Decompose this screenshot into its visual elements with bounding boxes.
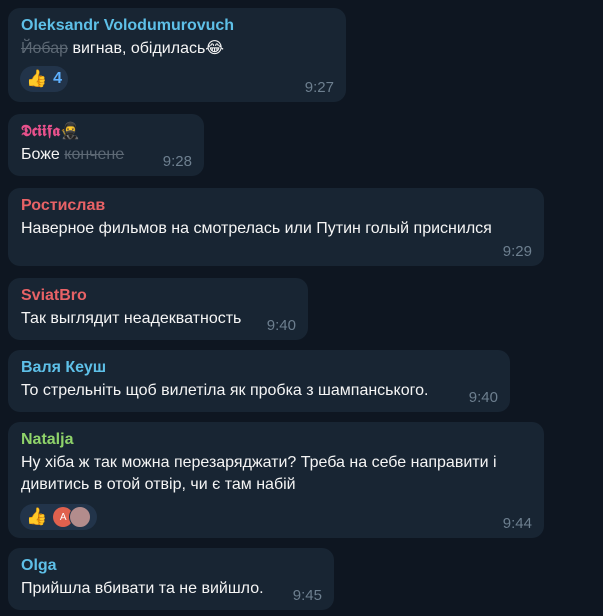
message-bubble[interactable]: Olga Прийшла вбивати та не вийшло. 9:45 [8, 548, 334, 610]
message-text-body: Боже [21, 146, 65, 163]
reaction-badge[interactable]: 👍 A [20, 504, 98, 530]
message-time: 9:40 [266, 317, 296, 334]
sender-name[interactable]: Olga [21, 556, 321, 576]
message-text: Ну хіба ж так можна перезаряджати? Треба… [21, 454, 497, 493]
reaction-badge[interactable]: 👍 4 [20, 66, 69, 92]
reactor-avatar [69, 506, 92, 528]
message-bubble[interactable]: Natalja Ну хіба ж так можна перезаряджат… [8, 422, 544, 538]
reaction-count: 4 [53, 70, 63, 87]
thumbs-up-icon: 👍 [26, 507, 48, 526]
message-text: То стрельніть щоб вилетіла як пробка з ш… [21, 382, 429, 399]
message-time: 9:45 [292, 587, 322, 604]
message-bubble[interactable]: Ростислав Наверное фильмов на смотрелась… [8, 188, 544, 266]
thumbs-up-icon: 👍 [26, 69, 48, 88]
message-text: Так выглядит неадекватность [21, 310, 242, 327]
sender-name[interactable]: Natalja [21, 430, 531, 450]
message-time: 9:27 [304, 79, 334, 96]
spoiler-text[interactable]: Йобар [21, 40, 68, 57]
sender-name[interactable]: 𝕯𝖈𝖎𝖎𝖋𝖆🥷 [21, 122, 191, 142]
sender-name[interactable]: Валя Кеуш [21, 358, 497, 378]
sender-name[interactable]: SviatBro [21, 286, 295, 306]
message-bubble[interactable]: SviatBro Так выглядит неадекватность 9:4… [8, 278, 308, 340]
message-time: 9:28 [162, 153, 192, 170]
message-text: Йобар вигнав, обідилась😂 [21, 38, 333, 60]
message-bubble[interactable]: Oleksandr Volodumurovuch Йобар вигнав, о… [8, 8, 346, 102]
message-text: Наверное фильмов на смотрелась или Путин… [21, 220, 492, 237]
message-text-body: вигнав, обідилась😂 [68, 40, 224, 57]
message-time: 9:29 [502, 243, 532, 260]
sender-name[interactable]: Ростислав [21, 196, 531, 216]
message-time: 9:40 [468, 389, 498, 406]
message-time: 9:44 [502, 515, 532, 532]
spoiler-text[interactable]: кончене [64, 146, 124, 163]
message-bubble[interactable]: Валя Кеуш То стрельніть щоб вилетіла як … [8, 350, 510, 412]
sender-name[interactable]: Oleksandr Volodumurovuch [21, 16, 333, 36]
message-bubble[interactable]: 𝕯𝖈𝖎𝖎𝖋𝖆🥷 Боже кончене 9:28 [8, 114, 204, 176]
message-text: Прийшла вбивати та не вийшло. [21, 580, 264, 597]
